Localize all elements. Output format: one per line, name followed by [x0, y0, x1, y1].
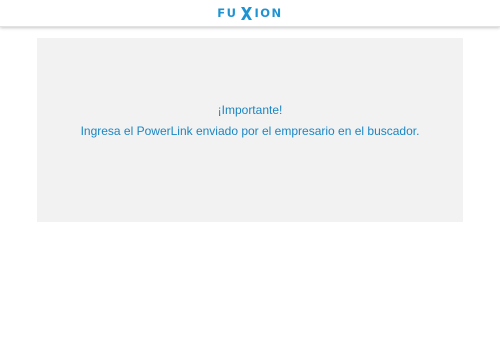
notice-message: Ingresa el PowerLink enviado por el empr…: [80, 123, 420, 138]
top-header: FU ION: [0, 0, 500, 27]
notice-title: ¡Importante!: [217, 102, 283, 117]
logo-x-icon: [240, 6, 253, 21]
logo-text-start: FU: [217, 6, 238, 20]
logo-text-end: ION: [254, 6, 283, 20]
fuxion-logo[interactable]: FU ION: [217, 4, 282, 22]
powerlink-notice-panel: ¡Importante! Ingresa el PowerLink enviad…: [37, 38, 463, 222]
